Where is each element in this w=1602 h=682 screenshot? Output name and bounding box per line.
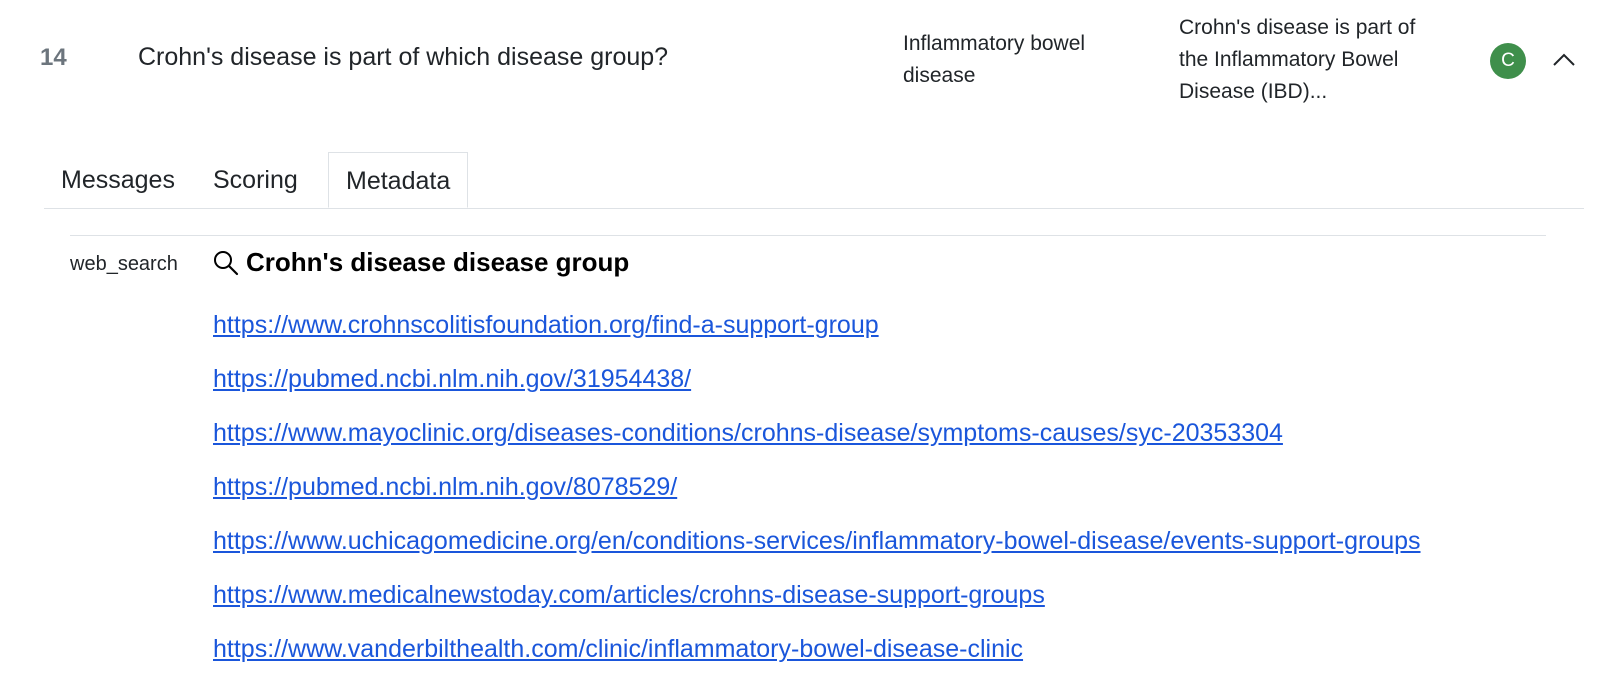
sample-row-header[interactable]: 14 Crohn's disease is part of which dise… (0, 0, 1602, 118)
search-result-link[interactable]: https://pubmed.ncbi.nlm.nih.gov/8078529/ (213, 460, 1421, 514)
metadata-key: web_search (70, 253, 178, 275)
search-result-link[interactable]: https://www.uchicagomedicine.org/en/cond… (213, 514, 1421, 568)
search-result-link[interactable]: https://pubmed.ncbi.nlm.nih.gov/31954438… (213, 352, 1421, 406)
sample-question: Crohn's disease is part of which disease… (138, 43, 669, 71)
tab-metadata[interactable]: Metadata (328, 152, 469, 208)
tab-scoring[interactable]: Scoring (196, 152, 315, 208)
search-result-link[interactable]: https://www.crohnscolitisfoundation.org/… (213, 298, 1421, 352)
sample-answer: Crohn's disease is part of the Inflammat… (1179, 16, 1416, 103)
sample-index: 14 (40, 44, 67, 71)
search-query-line: Crohn's disease disease group (212, 247, 629, 278)
detail-tabs: Messages Scoring Metadata (44, 152, 1584, 209)
collapse-button[interactable] (1549, 45, 1579, 75)
search-result-links: https://www.crohnscolitisfoundation.org/… (213, 298, 1421, 676)
score-badge: C (1490, 43, 1526, 79)
search-result-link[interactable]: https://www.mayoclinic.org/diseases-cond… (213, 406, 1421, 460)
tab-messages[interactable]: Messages (44, 152, 192, 208)
search-result-link[interactable]: https://www.vanderbilthealth.com/clinic/… (213, 622, 1421, 676)
search-query: Crohn's disease disease group (246, 247, 630, 277)
search-icon (214, 250, 239, 275)
search-result-link[interactable]: https://www.medicalnewstoday.com/article… (213, 568, 1421, 622)
sample-target: Inflammatory bowel disease (903, 32, 1086, 87)
chevron-up-icon (1553, 53, 1575, 66)
panel-divider (70, 235, 1546, 236)
